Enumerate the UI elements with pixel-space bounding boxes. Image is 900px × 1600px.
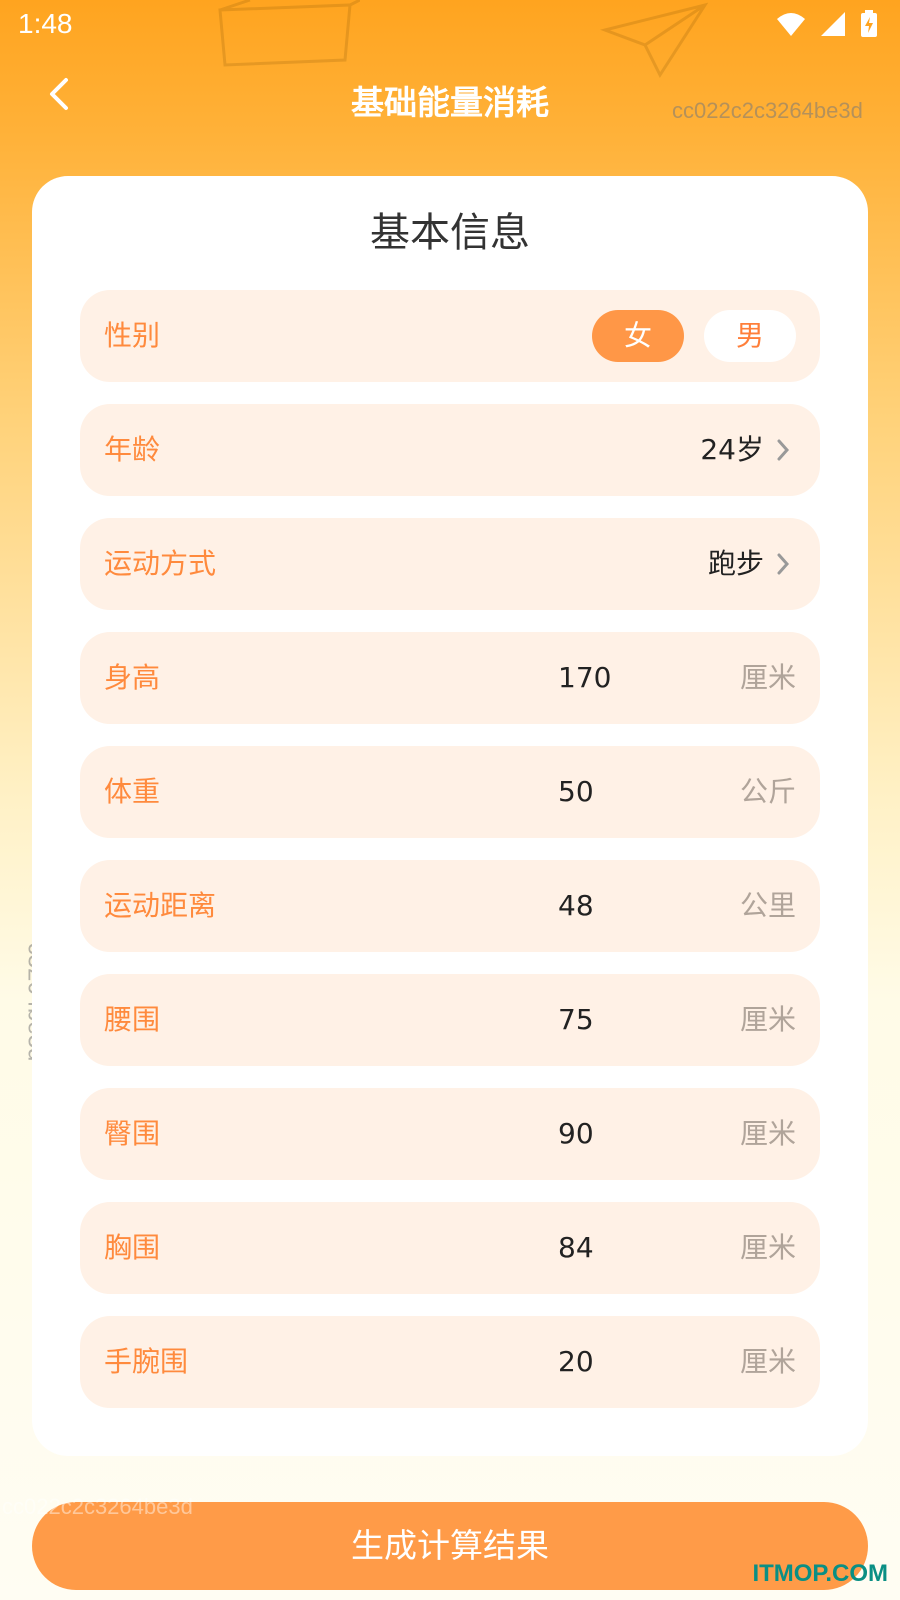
exercise-row[interactable]: 运动方式 跑步	[80, 518, 820, 610]
card-title: 基本信息	[370, 210, 530, 256]
site-logo: ITMOP.COM	[752, 1560, 888, 1587]
hip-input[interactable]: 90	[558, 1088, 594, 1180]
distance-input[interactable]: 48	[558, 860, 594, 952]
weight-row[interactable]: 体重 50 公斤	[80, 746, 820, 838]
wrist-label: 手腕围	[104, 1345, 189, 1378]
waist-unit: 厘米	[739, 1003, 796, 1036]
chest-unit: 厘米	[739, 1231, 796, 1264]
gender-row: 性别 女 男	[80, 290, 820, 382]
gender-female-button[interactable]: 女	[592, 310, 684, 362]
waist-label: 腰围	[104, 1003, 161, 1036]
height-input[interactable]: 170	[558, 632, 611, 724]
battery-icon	[861, 10, 877, 37]
exercise-label: 运动方式	[104, 547, 217, 580]
watermark: cc022c2c3264be3d	[2, 1494, 193, 1519]
hip-label: 臀围	[104, 1117, 161, 1150]
height-unit: 厘米	[739, 661, 796, 694]
wrist-input[interactable]: 20	[558, 1316, 594, 1408]
hip-row[interactable]: 臀围 90 厘米	[80, 1088, 820, 1180]
wrist-row[interactable]: 手腕围 20 厘米	[80, 1316, 820, 1408]
exercise-value: 跑步	[707, 547, 764, 580]
gender-label: 性别	[104, 319, 161, 352]
weight-label: 体重	[104, 775, 161, 808]
status-time: 1:48	[18, 8, 73, 39]
chest-input[interactable]: 84	[558, 1202, 594, 1294]
chest-label: 胸围	[104, 1231, 161, 1264]
status-bar: 1:48	[0, 0, 900, 50]
gender-male-button[interactable]: 男	[704, 310, 796, 362]
age-label: 年龄	[104, 433, 161, 466]
height-row[interactable]: 身高 170 厘米	[80, 632, 820, 724]
hip-unit: 厘米	[739, 1117, 796, 1150]
distance-unit: 公里	[739, 889, 796, 922]
basic-info-card: 基本信息 性别 女 男 年龄 24岁 运动方式 跑步 身高 170 厘米 体重 …	[32, 176, 868, 1456]
waist-input[interactable]: 75	[558, 974, 594, 1066]
wrist-unit: 厘米	[739, 1345, 796, 1378]
chevron-right-icon	[777, 439, 790, 461]
weight-unit: 公斤	[739, 775, 796, 808]
height-label: 身高	[104, 661, 161, 694]
age-row[interactable]: 年龄 24岁	[80, 404, 820, 496]
watermark: cc022c2c3264be3d	[672, 98, 863, 123]
cellular-signal-icon	[821, 12, 845, 36]
status-icons	[776, 10, 878, 38]
wifi-icon	[777, 13, 805, 36]
chest-row[interactable]: 胸围 84 厘米	[80, 1202, 820, 1294]
chevron-right-icon	[777, 553, 790, 575]
weight-input[interactable]: 50	[558, 746, 594, 838]
age-value: 24岁	[700, 433, 764, 466]
distance-row[interactable]: 运动距离 48 公里	[80, 860, 820, 952]
distance-label: 运动距离	[104, 889, 217, 922]
waist-row[interactable]: 腰围 75 厘米	[80, 974, 820, 1066]
